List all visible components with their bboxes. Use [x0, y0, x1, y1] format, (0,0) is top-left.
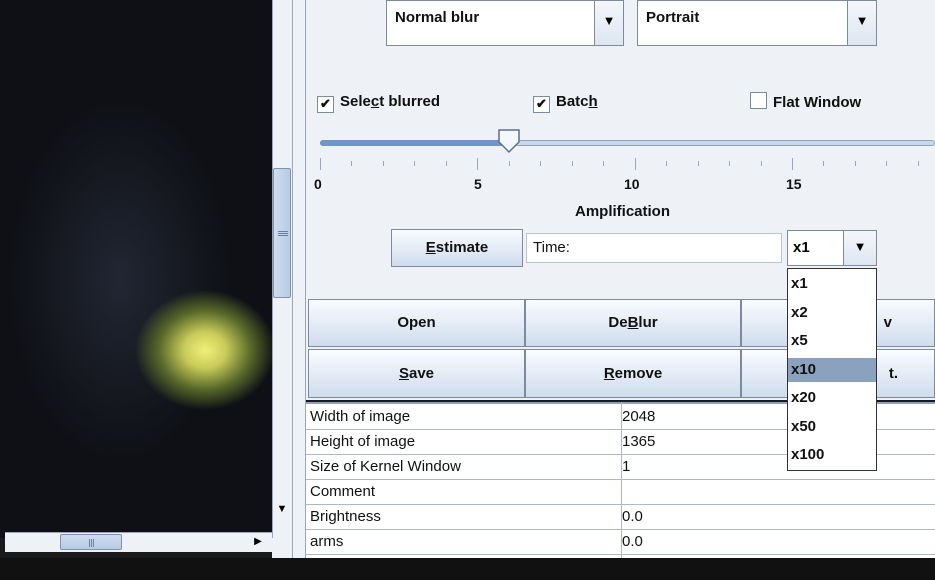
property-name: Height of image [310, 433, 416, 450]
slider-tick [697, 161, 699, 166]
property-value[interactable]: 1365 [622, 433, 655, 450]
split-pane-divider[interactable] [292, 0, 306, 560]
scroll-right-arrow-icon[interactable]: ▶ [248, 534, 268, 550]
slider-tick [445, 161, 447, 166]
slider-tick [477, 158, 479, 170]
slider-tick [320, 158, 321, 170]
slider-tick [823, 161, 825, 166]
horizontal-scroll-thumb[interactable] [60, 534, 122, 550]
slider-tick [792, 158, 793, 170]
property-name: Brightness [310, 508, 381, 525]
image-preview [0, 0, 272, 538]
save-button[interactable]: Save [308, 349, 525, 398]
property-name: arms [310, 533, 344, 550]
chevron-down-icon[interactable]: ▼ [594, 1, 623, 45]
slider-tick [508, 161, 510, 166]
slider-tick-label: 15 [786, 176, 802, 192]
property-value[interactable]: 0.0 [622, 508, 643, 525]
slider-tick [603, 161, 605, 166]
property-value[interactable]: 1 [622, 458, 630, 475]
property-name: Size of Kernel Window [310, 458, 461, 475]
slider-tick-label: 5 [474, 176, 482, 192]
slider-tick-label: 10 [624, 176, 640, 192]
chevron-down-icon[interactable]: ▼ [843, 231, 876, 265]
property-value[interactable]: 2048 [622, 408, 655, 425]
table-column-divider [621, 402, 622, 560]
scroll-corner [272, 538, 292, 558]
open-button[interactable]: Open [308, 299, 525, 347]
deblur-button[interactable]: DeBlur [525, 299, 741, 347]
multiplier-option[interactable]: x2 [788, 301, 876, 325]
multiplier-option[interactable]: x100 [788, 443, 876, 467]
slider-thumb-icon[interactable] [497, 128, 521, 154]
slider-tick [854, 161, 856, 166]
multiplier-option[interactable]: x20 [788, 386, 876, 410]
chevron-down-icon[interactable]: ▼ [847, 1, 876, 45]
slider-tick [886, 161, 888, 166]
flat-window-checkbox[interactable]: Flat Window [750, 92, 861, 112]
batch-checkbox[interactable]: ✔ Batch [533, 92, 598, 113]
orientation-value: Portrait [646, 9, 700, 26]
multiplier-dropdown-list[interactable]: x1 x2 x5 x10 x20 x50 x100 [787, 268, 877, 471]
estimate-button[interactable]: Estimate [391, 229, 523, 267]
slider-tick [729, 161, 731, 166]
slider-tick [540, 161, 542, 166]
amplification-slider-fill [320, 140, 509, 146]
property-value[interactable]: 0.0 [622, 533, 643, 550]
blur-type-combo[interactable]: Normal blur ▼ [386, 0, 624, 46]
multiplier-option[interactable]: x1 [788, 272, 876, 296]
slider-tick [634, 158, 636, 170]
slider-tick [666, 161, 668, 166]
slider-tick [760, 161, 762, 166]
orientation-combo[interactable]: Portrait ▼ [637, 0, 877, 46]
multiplier-option[interactable]: x50 [788, 415, 876, 439]
slider-tick [414, 161, 416, 166]
horizontal-scrollbar[interactable] [5, 532, 272, 552]
window-bottom-edge [0, 558, 935, 580]
multiplier-option[interactable]: x5 [788, 329, 876, 353]
slider-title: Amplification [575, 203, 671, 220]
multiplier-option[interactable]: x10 [788, 357, 876, 382]
checkbox-unchecked-icon[interactable] [750, 92, 767, 109]
checkbox-checked-icon[interactable]: ✔ [533, 96, 550, 113]
checkbox-checked-icon[interactable]: ✔ [317, 96, 334, 113]
select-blurred-checkbox[interactable]: ✔ Select blurred [317, 92, 440, 113]
scroll-down-arrow-icon[interactable]: ▼ [272, 500, 292, 518]
multiplier-value: x1 [793, 239, 810, 256]
property-name: Width of image [310, 408, 411, 425]
slider-tick [571, 161, 573, 166]
slider-tick [351, 161, 353, 166]
remove-button[interactable]: Remove [525, 349, 741, 398]
blur-type-value: Normal blur [395, 9, 480, 26]
time-field[interactable]: Time: [526, 233, 782, 263]
property-name: Comment [310, 483, 376, 500]
vertical-scroll-thumb[interactable] [273, 168, 291, 298]
slider-tick [382, 161, 384, 166]
slider-tick [917, 161, 919, 166]
slider-tick-label: 0 [314, 176, 322, 192]
multiplier-combo[interactable]: x1 ▼ [787, 230, 877, 266]
